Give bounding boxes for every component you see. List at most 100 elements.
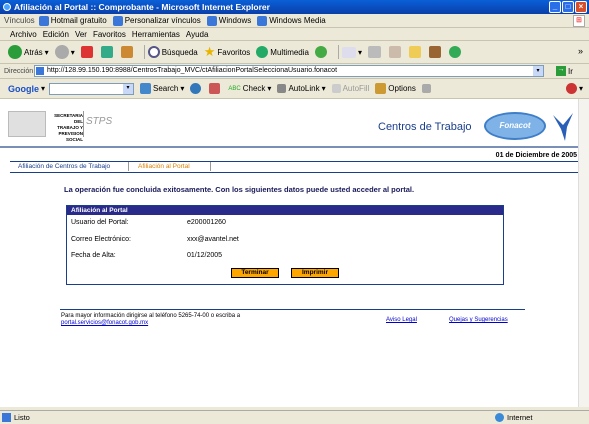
menu-ayuda[interactable]: Ayuda bbox=[186, 30, 209, 39]
google-site-button[interactable] bbox=[190, 83, 203, 94]
affiliation-box-title: Afiliación al Portal bbox=[67, 206, 503, 215]
address-label: Dirección bbox=[4, 67, 34, 75]
popup-blocker-button[interactable] bbox=[209, 83, 222, 94]
refresh-button[interactable] bbox=[100, 46, 115, 58]
link-personalizar[interactable]: Personalizar vínculos bbox=[112, 15, 201, 26]
mail-icon bbox=[341, 46, 356, 58]
stop-button[interactable] bbox=[80, 46, 95, 58]
home-button[interactable] bbox=[120, 46, 135, 58]
discuss-button[interactable] bbox=[409, 46, 423, 58]
address-dropdown[interactable]: ▾ bbox=[533, 66, 543, 76]
history-button[interactable] bbox=[314, 46, 329, 58]
user-value: e200001260 bbox=[187, 219, 226, 226]
multimedia-icon bbox=[256, 46, 269, 58]
autofill-button[interactable]: AutoFill bbox=[331, 84, 369, 93]
mexico-seal bbox=[8, 111, 46, 137]
autolink-button[interactable]: AutoLink ▾ bbox=[277, 84, 326, 93]
links-label: Vínculos bbox=[4, 16, 35, 25]
page-icon bbox=[112, 15, 123, 26]
go-arrow-icon: → bbox=[556, 66, 566, 76]
search-button[interactable]: Búsqueda bbox=[147, 46, 198, 58]
legal-notice-link[interactable]: Aviso Legal bbox=[386, 317, 417, 323]
link-windows[interactable]: Windows bbox=[206, 15, 251, 26]
google-extra-icon bbox=[565, 83, 577, 94]
link-windows-media[interactable]: Windows Media bbox=[257, 15, 326, 26]
options-button[interactable]: Options bbox=[375, 83, 416, 94]
footer-email-link[interactable]: portal.servicios@fonacot.gob.mx bbox=[61, 320, 148, 326]
address-input[interactable]: http://128.99.150.190:8988/CentrosTrabaj… bbox=[34, 65, 544, 77]
menu-archivo[interactable]: Archivo bbox=[10, 30, 37, 39]
finish-button[interactable]: Terminar bbox=[231, 268, 279, 278]
google-search-icon bbox=[140, 83, 152, 94]
date-value: 01/12/2005 bbox=[187, 252, 223, 259]
home-icon bbox=[120, 46, 133, 58]
window-title: Afiliación al Portal :: Comprobante - Mi… bbox=[14, 2, 270, 12]
complaints-link[interactable]: Quejas y Sugerencias bbox=[449, 317, 508, 323]
address-bar: Dirección http://128.99.150.190:8988/Cen… bbox=[0, 64, 589, 79]
fonacot-logo: Fonacot bbox=[484, 112, 546, 140]
maximize-button[interactable]: □ bbox=[562, 1, 574, 13]
status-bar: Listo Internet bbox=[0, 410, 589, 424]
status-text: Listo bbox=[14, 413, 30, 422]
stop-icon bbox=[80, 46, 93, 58]
google-toolbar: Google ▾ ▾ Search ▾ ABC Check ▾ AutoLink ▾ Au… bbox=[0, 79, 589, 99]
email-value: xxx@avantel.net bbox=[187, 236, 239, 243]
research-icon bbox=[429, 46, 441, 58]
close-button[interactable]: × bbox=[575, 1, 587, 13]
links-bar: Vínculos Hotmail gratuito Personalizar v… bbox=[0, 14, 589, 28]
page-icon bbox=[36, 67, 44, 75]
messenger-button[interactable] bbox=[449, 46, 463, 58]
back-button[interactable]: Atrás ▾ bbox=[8, 45, 49, 59]
internet-zone-icon bbox=[495, 413, 504, 422]
multimedia-button[interactable]: Multimedia bbox=[256, 46, 309, 58]
print-page-button[interactable]: Imprimir bbox=[291, 268, 339, 278]
messenger-icon bbox=[449, 46, 461, 58]
go-button[interactable]: → Ir bbox=[556, 66, 573, 76]
page-title: Centros de Trabajo bbox=[378, 121, 472, 133]
print-button[interactable] bbox=[368, 46, 383, 58]
email-label: Correo Electrónico: bbox=[71, 236, 131, 243]
google-search-button[interactable]: Search ▾ bbox=[140, 83, 184, 94]
options-icon bbox=[375, 83, 387, 94]
menu-favoritos[interactable]: Favoritos bbox=[93, 30, 126, 39]
page-icon bbox=[257, 15, 268, 26]
link-hotmail[interactable]: Hotmail gratuito bbox=[38, 15, 107, 26]
minimize-button[interactable]: _ bbox=[549, 1, 561, 13]
windows-logo-icon: ⊞ bbox=[573, 15, 585, 27]
research-button[interactable] bbox=[429, 46, 443, 58]
mail-button[interactable]: ▾ bbox=[341, 46, 362, 58]
printer-icon bbox=[368, 46, 381, 58]
google-search-input[interactable]: ▾ bbox=[49, 82, 135, 95]
forward-button[interactable]: ▾ bbox=[54, 45, 75, 59]
pen-icon bbox=[421, 84, 431, 93]
date-label: Fecha de Alta: bbox=[71, 252, 116, 259]
spell-check-button[interactable]: ABC Check ▾ bbox=[228, 84, 271, 93]
globe-icon bbox=[190, 83, 202, 94]
forward-arrow-icon bbox=[54, 45, 69, 59]
autolink-icon bbox=[277, 84, 287, 93]
refresh-icon bbox=[100, 46, 113, 58]
security-zone: Internet bbox=[507, 413, 533, 422]
pen-button[interactable] bbox=[421, 84, 433, 93]
toolbar-overflow-icon[interactable]: » bbox=[578, 46, 583, 56]
tab-afiliacion-portal[interactable]: Afiliación al Portal bbox=[138, 163, 190, 170]
vertical-scrollbar[interactable] bbox=[578, 99, 589, 407]
star-icon: ★ bbox=[203, 44, 216, 59]
menu-edicion[interactable]: Edición bbox=[43, 30, 69, 39]
tab-afiliacion-centros[interactable]: Afiliación de Centros de Trabajo bbox=[18, 163, 110, 170]
menu-herramientas[interactable]: Herramientas bbox=[132, 30, 180, 39]
edit-button[interactable] bbox=[389, 46, 403, 58]
favorites-button[interactable]: ★ Favoritos bbox=[204, 44, 251, 60]
menu-ver[interactable]: Ver bbox=[75, 30, 87, 39]
google-extra-button[interactable]: ▾ bbox=[565, 83, 583, 94]
page-icon bbox=[38, 15, 49, 26]
history-icon bbox=[314, 46, 327, 58]
note-icon bbox=[409, 46, 421, 58]
current-date: 01 de Diciembre de 2005 bbox=[495, 152, 577, 159]
user-label: Usuario del Portal: bbox=[71, 219, 129, 226]
edit-icon bbox=[389, 46, 401, 58]
window-titlebar: Afiliación al Portal :: Comprobante - Mi… bbox=[0, 0, 589, 14]
menu-bar: Archivo Edición Ver Favoritos Herramient… bbox=[0, 28, 589, 41]
popup-blocker-icon bbox=[209, 83, 221, 94]
google-logo[interactable]: Google bbox=[8, 84, 39, 94]
